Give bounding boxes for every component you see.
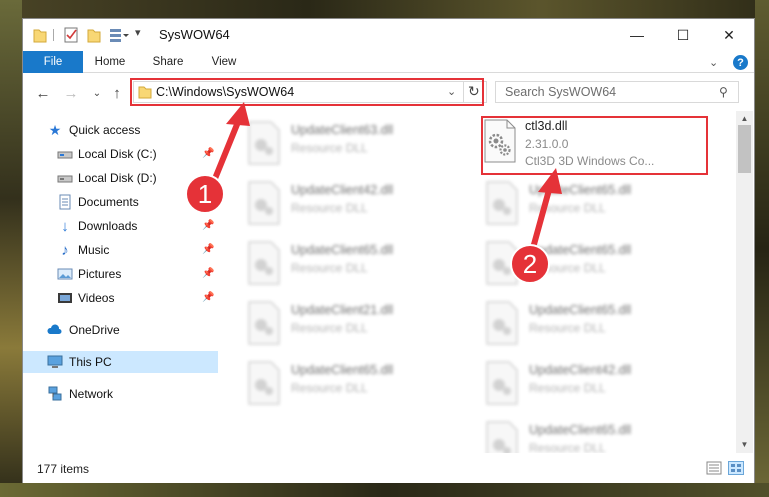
arrow-2-head — [538, 168, 562, 194]
annotation-arrows — [209, 102, 562, 251]
arrow-1-head — [226, 102, 250, 126]
step-2-badge: 2 — [510, 244, 550, 284]
arrow-2-line — [530, 187, 552, 251]
step-1-badge: 1 — [185, 174, 225, 214]
